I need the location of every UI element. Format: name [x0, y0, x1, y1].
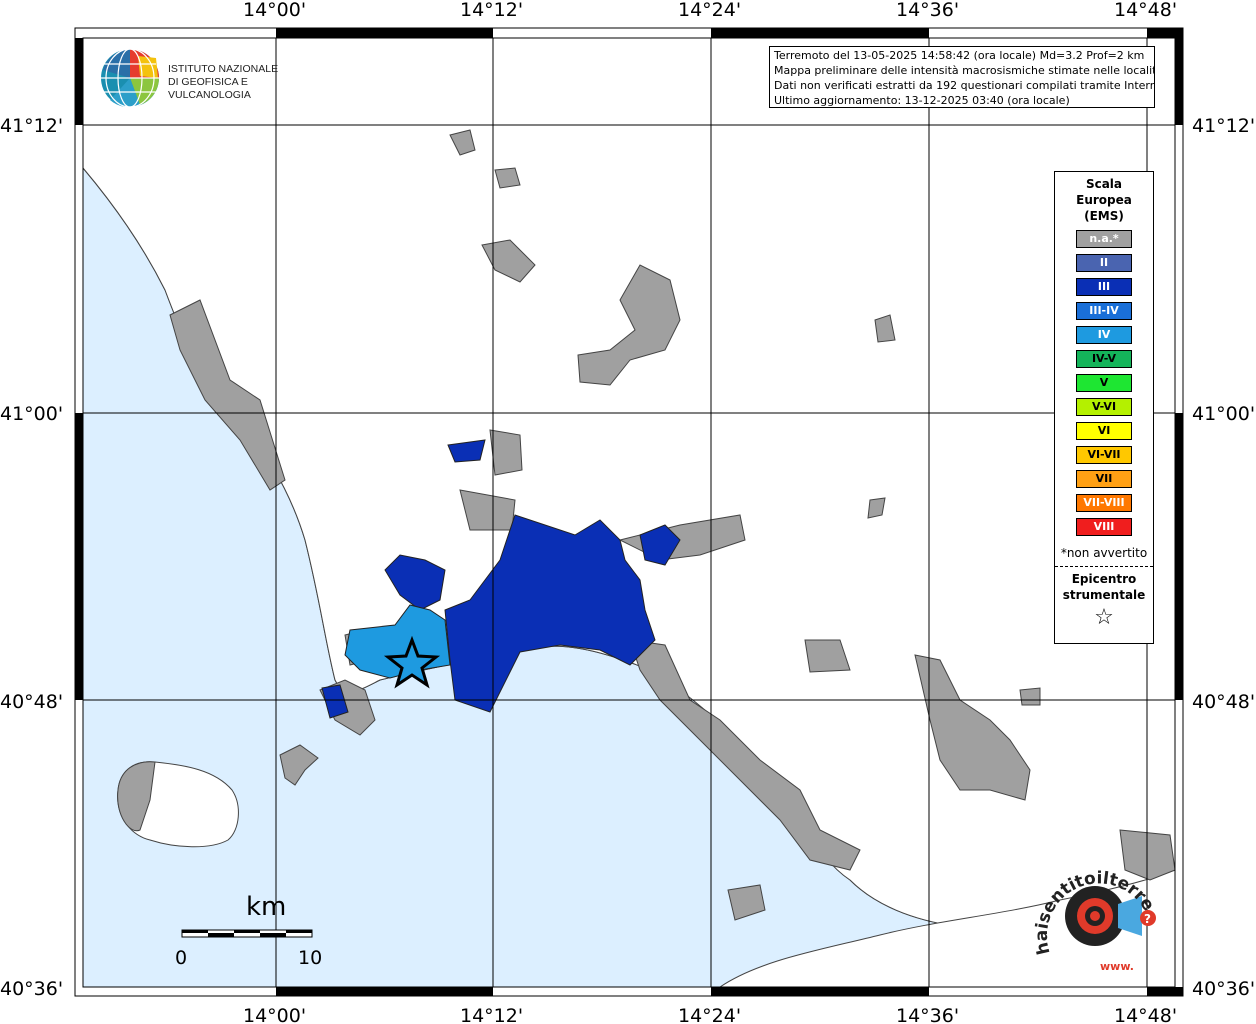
event-info-line2: Mappa preliminare delle intensità macros…	[774, 64, 1155, 77]
legend-swatch-iii: III	[1076, 278, 1132, 296]
legend-swatch-vii-viii: VII-VIII	[1076, 494, 1132, 512]
lon-label-bottom-1: 14°00'	[243, 1005, 306, 1024]
badge-www-text: www.	[1100, 960, 1134, 973]
scalebar-unit: km	[246, 892, 286, 922]
legend-swatch-viii: VIII	[1076, 518, 1132, 536]
lon-label-bottom-3: 14°24'	[678, 1005, 741, 1024]
legend-swatch-iii-iv: III-IV	[1076, 302, 1132, 320]
legend-swatch-v: V	[1076, 374, 1132, 392]
scalebar-max: 10	[298, 947, 322, 969]
lat-label-left-3: 40°48'	[0, 691, 63, 713]
legend-title-line2: Europea	[1076, 193, 1132, 207]
lon-label-bottom-4: 14°36'	[896, 1005, 959, 1024]
lat-label-left-1: 41°12'	[0, 115, 63, 137]
legend-epicenter-label: Epicentro strumentale	[1055, 571, 1153, 603]
ingv-logo-block: ISTITUTO NAZIONALE DI GEOFISICA E VULCAN…	[100, 48, 330, 110]
legend-swatch-vii: VII	[1076, 470, 1132, 488]
lat-label-right-4: 40°36'	[1192, 978, 1255, 1000]
legend-title-line3: (EMS)	[1084, 209, 1124, 223]
lon-label-top-4: 14°36'	[896, 0, 959, 21]
legend-swatch-iv-v: IV-V	[1076, 350, 1132, 368]
legend-title-line1: Scala	[1085, 177, 1123, 191]
legend-title: Scala Europea (EMS)	[1055, 176, 1153, 224]
scale-bar	[181, 929, 313, 938]
legend-epicenter-line2: strumentale	[1062, 588, 1146, 602]
event-info-line1: Terremoto del 13-05-2025 14:58:42 (ora l…	[774, 49, 1145, 62]
lat-label-right-3: 40°48'	[1192, 691, 1255, 713]
ingv-name-line1: ISTITUTO NAZIONALE	[168, 63, 279, 75]
lon-label-top-5: 14°48'	[1114, 0, 1177, 21]
badge-question-mark: ?	[1144, 912, 1151, 926]
lon-label-top-3: 14°24'	[678, 0, 741, 21]
ingv-name-line2: DI GEOFISICA E VULCANOLOGIA	[168, 76, 251, 101]
lon-label-top-1: 14°00'	[243, 0, 306, 21]
lon-label-top-2: 14°12'	[460, 0, 523, 21]
legend-epicenter-line1: Epicentro	[1071, 572, 1137, 586]
legend-swatch-vi: VI	[1076, 422, 1132, 440]
legend-items: n.a.* II III III-IV IV IV-V V V-VI VI VI-VII VII VI…	[1055, 230, 1153, 536]
ems-legend: Scala Europea (EMS) n.a.* II III III-IV IV IV…	[1054, 171, 1154, 644]
lat-label-right-1: 41°12'	[1192, 115, 1255, 137]
legend-swatch-iv: IV	[1076, 326, 1132, 344]
lat-label-left-4: 40°36'	[0, 978, 63, 1000]
legend-swatch-n-a: n.a.*	[1076, 230, 1132, 248]
lat-label-right-2: 41°00'	[1192, 403, 1255, 425]
haisentito-badge-icon[interactable]: ? haisentitoilterremoto.it ? www.	[1030, 858, 1160, 988]
ingv-globe-icon	[101, 48, 159, 108]
scalebar-min: 0	[175, 947, 187, 969]
legend-note: *non avvertito	[1055, 546, 1153, 567]
lon-label-bottom-5: 14°48'	[1114, 1005, 1177, 1024]
event-info-line3: Dati non verificati estratti da 192 ques…	[774, 79, 1155, 92]
legend-swatch-v-vi: V-VI	[1076, 398, 1132, 416]
legend-star-icon: ☆	[1094, 605, 1114, 630]
lat-label-left-2: 41°00'	[0, 403, 63, 425]
ingv-name: ISTITUTO NAZIONALE DI GEOFISICA E VULCAN…	[168, 63, 330, 102]
legend-swatch-ii: II	[1076, 254, 1132, 272]
legend-swatch-vi-vii: VI-VII	[1076, 446, 1132, 464]
event-info-box: Terremoto del 13-05-2025 14:58:42 (ora l…	[769, 46, 1155, 108]
event-info-line4: Ultimo aggiornamento: 13-12-2025 03:40 (…	[774, 94, 1070, 107]
lon-label-bottom-2: 14°12'	[460, 1005, 523, 1024]
